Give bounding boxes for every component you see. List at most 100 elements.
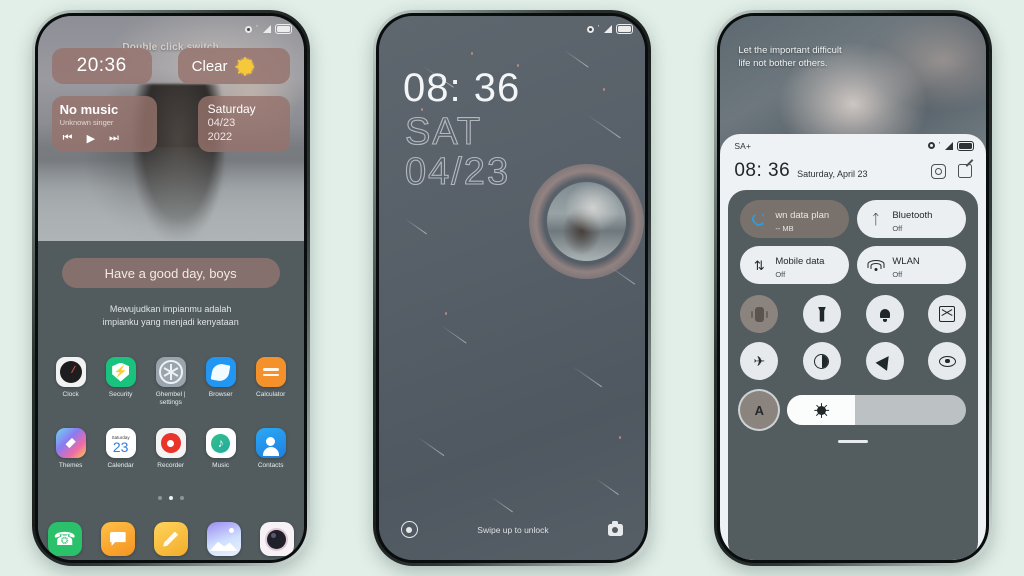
dock: ☎ xyxy=(47,522,294,556)
panel-drag-handle[interactable] xyxy=(838,440,869,443)
reading-mode-toggle[interactable] xyxy=(928,342,967,380)
shield-icon: ⚡ xyxy=(105,357,136,387)
browser-icon xyxy=(205,357,236,387)
app-music[interactable]: ♪ Music xyxy=(198,428,244,470)
contrast-icon xyxy=(814,353,830,369)
phone1-status-bar: ' xyxy=(38,16,304,38)
lock-photo xyxy=(546,182,626,261)
music-title: No music xyxy=(59,102,119,117)
page-dot[interactable] xyxy=(157,496,162,500)
app-themes[interactable]: Themes xyxy=(48,428,94,470)
dark-mode-toggle[interactable] xyxy=(802,342,841,380)
phone2-screen: ' 08: 36 SAT 04/23 Swipe up to unlock xyxy=(378,16,645,560)
app-recorder[interactable]: Recorder xyxy=(148,428,194,470)
phone1-screen: ' Double click switch 20:36 Clear No mus… xyxy=(37,16,304,560)
clock-icon xyxy=(55,357,86,387)
clock-widget[interactable]: 20:36 xyxy=(51,48,152,84)
data-drop-icon xyxy=(750,211,767,228)
record-circle-icon[interactable] xyxy=(400,521,418,538)
signal-icon xyxy=(944,141,954,150)
date-widget[interactable]: Saturday 04/23 2022 xyxy=(197,96,290,152)
wallpaper-sea xyxy=(37,146,304,241)
wallpaper-quote: Let the important difficult life not bot… xyxy=(738,45,842,69)
app-contacts[interactable]: Contacts xyxy=(248,428,294,470)
toggle-row-2: ✈ xyxy=(740,342,967,380)
lock-photo-ring xyxy=(528,164,644,279)
weather-condition: Clear xyxy=(191,57,228,75)
tile-wlan[interactable]: WLAN Off xyxy=(857,246,967,284)
phone-icon[interactable]: ☎ xyxy=(47,522,82,556)
control-center-panel: SA+ ' 08: 36 Saturday, April 23 wn data … xyxy=(720,134,987,560)
tile-title: Mobile data xyxy=(775,256,825,267)
flashlight-toggle[interactable] xyxy=(802,295,841,333)
phone3-status-bar: SA+ ' xyxy=(720,134,986,154)
greeting-pill[interactable]: Have a good day, boys xyxy=(61,258,280,288)
vibrate-icon xyxy=(750,306,768,322)
app-settings[interactable]: Ghembel | settings xyxy=(148,357,194,407)
tile-data-plan[interactable]: wn data plan -- MB xyxy=(740,200,850,238)
app-calculator[interactable]: Calculator xyxy=(248,357,294,407)
app-clock[interactable]: Clock xyxy=(48,357,94,407)
header-actions xyxy=(931,163,973,179)
page-dot[interactable] xyxy=(179,496,184,500)
signal-icon xyxy=(603,25,612,33)
date-weekday: Saturday xyxy=(207,102,256,116)
app-label: Recorder xyxy=(157,462,185,469)
edit-icon[interactable] xyxy=(958,164,973,178)
tile-subtitle: -- MB xyxy=(775,224,794,233)
screenshot-toggle[interactable] xyxy=(928,295,967,333)
tile-title: Bluetooth xyxy=(892,210,933,221)
lock-weekday: SAT xyxy=(404,110,483,153)
brightness-fill xyxy=(787,395,856,425)
themes-icon xyxy=(55,428,86,458)
phone3-screen: Let the important difficult life not bot… xyxy=(720,16,987,560)
date-year: 2022 xyxy=(207,131,233,143)
page-indicator[interactable] xyxy=(38,496,304,500)
play-icon[interactable]: ▶ xyxy=(87,132,95,145)
contacts-icon xyxy=(255,428,286,458)
phone-control-center: Let the important difficult life not bot… xyxy=(714,10,993,566)
tile-mobile-data[interactable]: ⇅ Mobile data Off xyxy=(740,246,850,284)
settings-icon[interactable] xyxy=(931,163,947,179)
app-grid-row-2: Themes Saturday 23 Calendar Recorder ♪ M… xyxy=(48,428,294,470)
phones-stage: ' Double click switch 20:36 Clear No mus… xyxy=(0,0,1024,576)
sub-quote-line1: Mewujudkan impianmu adalah xyxy=(109,304,232,314)
battery-icon xyxy=(615,24,633,34)
app-calendar[interactable]: Saturday 23 Calendar xyxy=(98,428,144,470)
battery-icon xyxy=(957,140,975,151)
camera-icon[interactable] xyxy=(607,521,623,536)
bluetooth-icon: ᛏ xyxy=(871,211,881,227)
signal-icon xyxy=(262,25,271,33)
eye-icon xyxy=(938,355,956,367)
flashlight-icon xyxy=(817,306,826,322)
page-dot-active[interactable] xyxy=(168,496,173,500)
pencil-icon[interactable] xyxy=(153,522,188,556)
calendar-day: 23 xyxy=(112,439,129,455)
battery-icon xyxy=(274,24,292,34)
message-icon[interactable] xyxy=(100,522,135,556)
camera-icon[interactable] xyxy=(259,522,294,556)
prev-icon[interactable]: ⏮ xyxy=(63,132,73,145)
carrier-label: SA+ xyxy=(734,140,752,151)
lock-time: 08: 36 xyxy=(402,66,521,110)
vibrate-toggle[interactable] xyxy=(740,295,779,333)
music-widget[interactable]: No music Unknown singer ⏮ ▶ ⏭ xyxy=(51,96,157,152)
calculator-icon xyxy=(255,357,286,387)
auto-brightness-button[interactable]: A xyxy=(740,391,779,429)
quick-settings-tiles: wn data plan -- MB ᛏ Bluetooth Off ⇅ Mob… xyxy=(740,200,967,284)
lock-bottom-bar: Swipe up to unlock xyxy=(379,521,645,538)
date-day: 04/23 xyxy=(207,117,236,129)
weather-widget[interactable]: Clear xyxy=(177,48,290,84)
unlock-hint: Swipe up to unlock xyxy=(477,524,549,535)
brightness-slider[interactable] xyxy=(787,395,967,425)
sun-icon xyxy=(235,56,255,76)
image-icon[interactable] xyxy=(206,522,241,556)
dnd-icon xyxy=(927,142,935,149)
airplane-toggle[interactable]: ✈ xyxy=(740,342,779,380)
ringer-toggle[interactable] xyxy=(865,295,904,333)
app-browser[interactable]: Browser xyxy=(198,357,244,407)
next-icon[interactable]: ⏭ xyxy=(109,132,119,145)
tile-bluetooth[interactable]: ᛏ Bluetooth Off xyxy=(857,200,967,238)
location-toggle[interactable] xyxy=(865,342,904,380)
app-security[interactable]: ⚡ Security xyxy=(98,357,144,407)
